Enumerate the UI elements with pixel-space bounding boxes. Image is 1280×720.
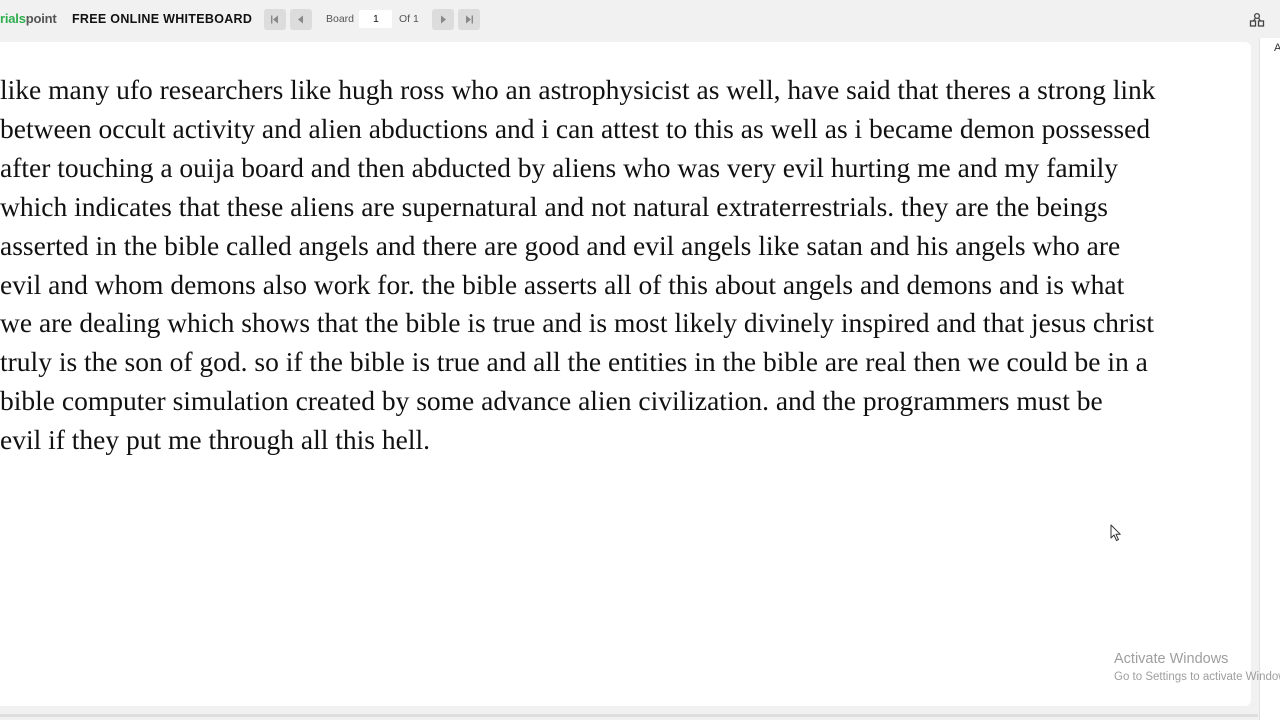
right-panel-label: A bbox=[1274, 42, 1280, 54]
bottom-divider bbox=[0, 714, 1258, 717]
board-text-line: after touching a ouija board and then ab… bbox=[0, 151, 1119, 183]
mouse-pointer-icon bbox=[1110, 524, 1121, 541]
board-text-line: like many ufo researchers like hugh ross… bbox=[0, 74, 1156, 105]
next-page-button[interactable] bbox=[432, 9, 454, 30]
share-icon[interactable] bbox=[1249, 12, 1265, 28]
app-title: FREE ONLINE WHITEBOARD bbox=[72, 12, 253, 26]
first-page-icon bbox=[271, 15, 278, 24]
last-page-icon bbox=[466, 15, 473, 24]
activate-windows-watermark: Activate Windows Go to Settings to activ… bbox=[1114, 650, 1280, 685]
board-text-line: asserted in the bible called angels and … bbox=[0, 229, 1121, 261]
board-text-line: between occult activity and alien abduct… bbox=[0, 112, 1151, 144]
board-text-line: which indicates that these aliens are su… bbox=[0, 190, 1108, 222]
board-text-line: evil if they put me through all this hel… bbox=[0, 424, 430, 456]
board-text-block[interactable]: like many ufo researchers like hugh ross… bbox=[0, 71, 1250, 460]
watermark-title: Activate Windows bbox=[1114, 651, 1229, 667]
board-text-line: we are dealing which shows that the bibl… bbox=[0, 307, 1155, 339]
logo-text-part1: rials bbox=[0, 11, 26, 26]
last-page-button[interactable] bbox=[458, 9, 480, 30]
board-text-line: bible computer simulation created by som… bbox=[0, 385, 1103, 417]
watermark-subtitle: Go to Settings to activate Windows. bbox=[1114, 671, 1280, 683]
right-side-panel[interactable]: A bbox=[1259, 38, 1280, 720]
logo-text-part2: point bbox=[25, 11, 57, 26]
board-text-line: truly is the son of god. so if the bible… bbox=[0, 346, 1148, 378]
board-text-line: evil and whom demons also work for. the … bbox=[0, 268, 1125, 300]
previous-page-button[interactable] bbox=[290, 9, 312, 30]
tutorialspoint-logo[interactable]: rialspoint bbox=[0, 11, 57, 26]
board-number-input[interactable] bbox=[359, 10, 392, 28]
board-label: Board bbox=[326, 13, 355, 25]
board-count-label: Of 1 bbox=[399, 13, 419, 25]
next-page-icon bbox=[441, 15, 446, 24]
top-toolbar: rialspoint FREE ONLINE WHITEBOARD Board … bbox=[0, 0, 1280, 40]
previous-page-icon bbox=[298, 15, 303, 24]
whiteboard-canvas[interactable]: like many ufo researchers like hugh ross… bbox=[0, 42, 1251, 706]
first-page-button[interactable] bbox=[264, 9, 286, 30]
